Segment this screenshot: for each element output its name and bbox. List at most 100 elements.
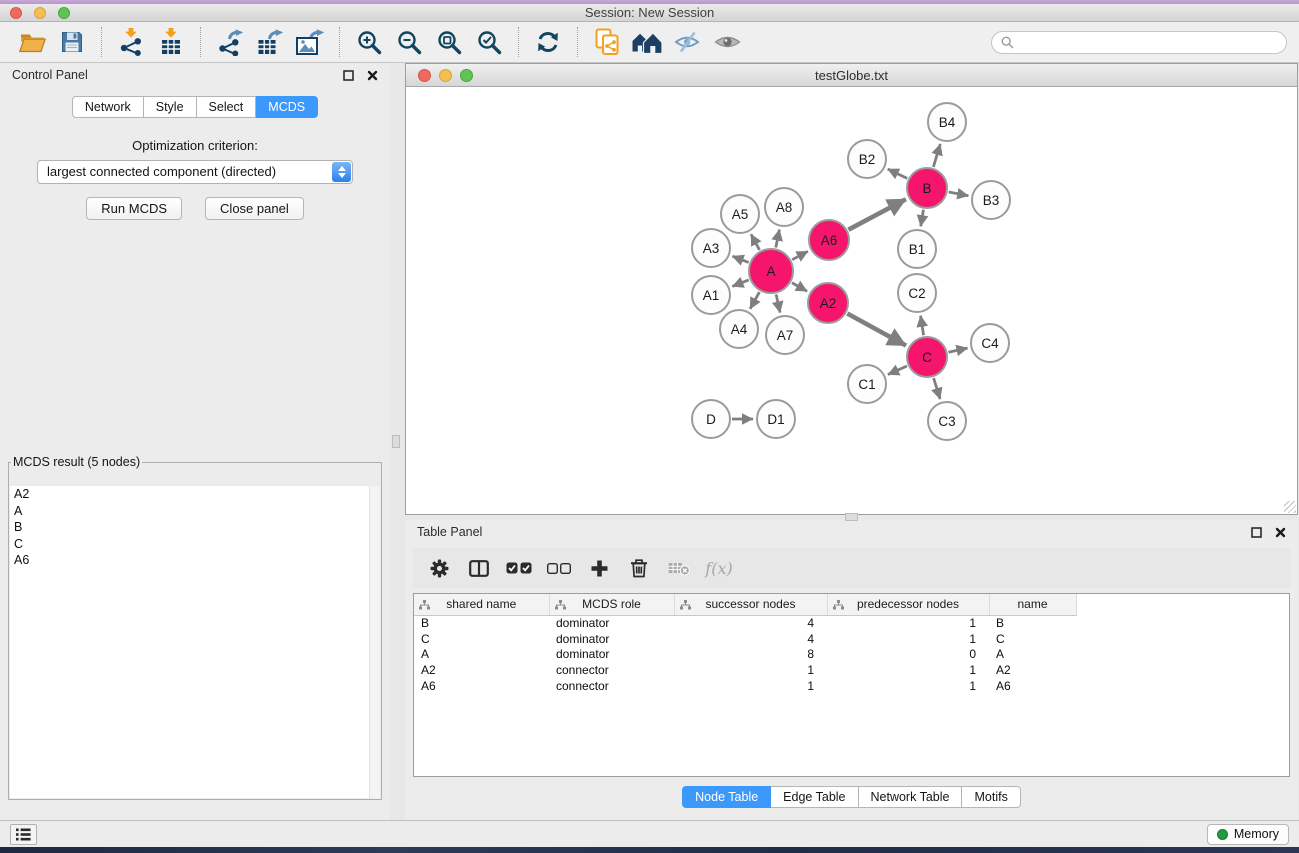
zoom-out-button[interactable]	[392, 25, 426, 59]
graph-node-A3[interactable]: A3	[691, 228, 731, 268]
result-item[interactable]: C	[10, 536, 380, 553]
home-button[interactable]	[630, 25, 664, 59]
close-window-button[interactable]	[10, 7, 22, 19]
import-table-button[interactable]	[154, 25, 188, 59]
result-item[interactable]: A6	[10, 552, 380, 569]
tab-mcds[interactable]: MCDS	[256, 96, 318, 118]
apply-layout-button[interactable]	[531, 25, 565, 59]
tab-select[interactable]: Select	[197, 96, 257, 118]
close-panel-button[interactable]	[367, 70, 378, 81]
window-resize-grip[interactable]	[1284, 501, 1296, 513]
column-header-shared-name[interactable]: shared name	[414, 594, 549, 615]
graph-node-A1[interactable]: A1	[691, 275, 731, 315]
function-builder-button[interactable]: f(x)	[699, 551, 739, 585]
tab-network-table[interactable]: Network Table	[859, 786, 963, 808]
node-table[interactable]: shared nameMCDS rolesuccessor nodesprede…	[413, 593, 1290, 777]
horizontal-splitter-handle[interactable]	[845, 513, 858, 521]
export-network-button[interactable]	[213, 25, 247, 59]
network-from-selection-button[interactable]	[590, 25, 624, 59]
open-session-button[interactable]	[15, 25, 49, 59]
graph-node-A[interactable]: A	[748, 248, 794, 294]
export-image-button[interactable]	[293, 25, 327, 59]
network-canvas[interactable]: B4 B2 B B3 A8A5 A6 A3 B1 A C2 A1 A2 A4A7 C4 C C1 D D1 C3	[406, 87, 1297, 514]
table-row[interactable]: Cdominator41C	[414, 631, 1289, 647]
network-zoom-button[interactable]	[460, 69, 473, 82]
table-settings-button[interactable]	[419, 551, 459, 585]
float-panel-button[interactable]	[343, 70, 354, 81]
search-box[interactable]	[991, 31, 1287, 54]
graph-node-C3[interactable]: C3	[927, 401, 967, 441]
traffic-lights	[10, 7, 70, 19]
graph-node-A8[interactable]: A8	[764, 187, 804, 227]
close-panel-action-button[interactable]: Close panel	[205, 197, 304, 220]
close-table-panel-button[interactable]	[1275, 527, 1286, 538]
titlebar: Session: New Session	[0, 4, 1299, 22]
status-bar: Memory	[0, 820, 1299, 847]
graph-node-A7[interactable]: A7	[765, 315, 805, 355]
vertical-splitter-handle[interactable]	[392, 435, 400, 448]
search-input[interactable]	[1019, 35, 1277, 49]
graph-node-B2[interactable]: B2	[847, 139, 887, 179]
export-table-button[interactable]	[253, 25, 287, 59]
add-column-button[interactable]	[579, 551, 619, 585]
graph-node-C4[interactable]: C4	[970, 323, 1010, 363]
minimize-window-button[interactable]	[34, 7, 46, 19]
graph-node-A5[interactable]: A5	[720, 194, 760, 234]
column-header-mcds-role[interactable]: MCDS role	[549, 594, 674, 615]
memory-button[interactable]: Memory	[1207, 824, 1289, 845]
zoom-in-button[interactable]	[352, 25, 386, 59]
table-row[interactable]: Bdominator41B	[414, 615, 1289, 631]
delete-table-button[interactable]	[659, 551, 699, 585]
tab-node-table[interactable]: Node Table	[682, 786, 771, 808]
column-header-name[interactable]: name	[989, 594, 1076, 615]
zoom-fit-button[interactable]	[432, 25, 466, 59]
column-header-predecessor-nodes[interactable]: predecessor nodes	[827, 594, 989, 615]
tab-edge-table[interactable]: Edge Table	[771, 786, 858, 808]
graph-node-A2[interactable]: A2	[807, 282, 849, 324]
tab-style[interactable]: Style	[144, 96, 197, 118]
delete-column-button[interactable]	[619, 551, 659, 585]
graph-node-B3[interactable]: B3	[971, 180, 1011, 220]
show-all-button[interactable]	[710, 25, 744, 59]
graph-node-D1[interactable]: D1	[756, 399, 796, 439]
select-all-columns-button[interactable]	[499, 551, 539, 585]
network-minimize-button[interactable]	[439, 69, 452, 82]
graph-node-B[interactable]: B	[906, 167, 948, 209]
graph-node-A6[interactable]: A6	[808, 219, 850, 261]
graph-node-B1[interactable]: B1	[897, 229, 937, 269]
graph-node-B4[interactable]: B4	[927, 102, 967, 142]
horizontal-splitter[interactable]	[405, 515, 1298, 520]
graph-node-C1[interactable]: C1	[847, 364, 887, 404]
result-item[interactable]: A2	[10, 486, 380, 503]
zoom-window-button[interactable]	[58, 7, 70, 19]
float-table-panel-button[interactable]	[1251, 527, 1262, 538]
mcds-result-list[interactable]: A2ABCA6	[10, 486, 380, 798]
criterion-select[interactable]: largest connected component (directed)	[37, 160, 353, 184]
graph-node-D[interactable]: D	[691, 399, 731, 439]
task-history-button[interactable]	[10, 824, 37, 845]
tab-network[interactable]: Network	[72, 96, 144, 118]
vertical-splitter[interactable]	[390, 63, 405, 820]
tab-motifs[interactable]: Motifs	[962, 786, 1020, 808]
table-row[interactable]: A6connector11A6	[414, 678, 1289, 694]
network-window-title: testGlobe.txt	[406, 64, 1297, 87]
graph-node-A4[interactable]: A4	[719, 309, 759, 349]
table-row[interactable]: A2connector11A2	[414, 662, 1289, 678]
table-row[interactable]: Adominator80A	[414, 647, 1289, 663]
unselect-all-columns-button[interactable]	[539, 551, 579, 585]
result-scrollbar[interactable]	[369, 486, 380, 798]
graph-node-C[interactable]: C	[906, 336, 948, 378]
zoom-selected-button[interactable]	[472, 25, 506, 59]
save-session-button[interactable]	[55, 25, 89, 59]
result-item[interactable]: B	[10, 519, 380, 536]
result-item[interactable]: A	[10, 503, 380, 520]
network-close-button[interactable]	[418, 69, 431, 82]
toolbar-separator	[518, 27, 519, 57]
show-columns-button[interactable]	[459, 551, 499, 585]
import-network-button[interactable]	[114, 25, 148, 59]
column-header-successor-nodes[interactable]: successor nodes	[674, 594, 827, 615]
toolbar-separator	[339, 27, 340, 57]
run-mcds-button[interactable]: Run MCDS	[86, 197, 182, 220]
hide-selected-button[interactable]	[670, 25, 704, 59]
graph-node-C2[interactable]: C2	[897, 273, 937, 313]
